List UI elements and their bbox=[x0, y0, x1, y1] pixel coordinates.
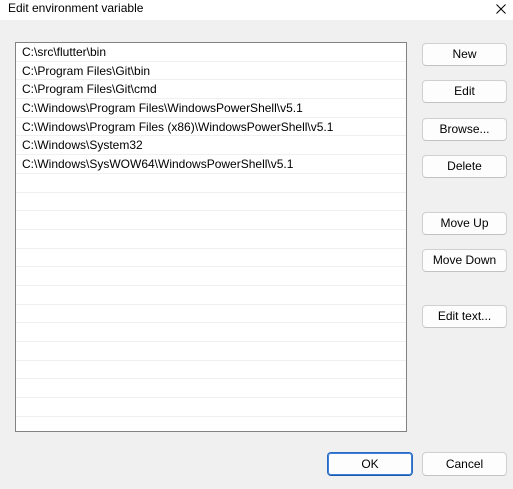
empty-list-row[interactable] bbox=[16, 305, 406, 324]
move-up-button[interactable]: Move Up bbox=[422, 212, 507, 235]
edit-text-button[interactable]: Edit text... bbox=[422, 305, 507, 328]
list-item[interactable]: C:\Program Files\Git\cmd bbox=[16, 80, 406, 100]
list-item[interactable]: C:\Windows\SysWOW64\WindowsPowerShell\v5… bbox=[16, 155, 406, 174]
list-item[interactable]: C:\Windows\System32 bbox=[16, 136, 406, 156]
ok-button[interactable]: OK bbox=[327, 452, 413, 476]
empty-list-row[interactable] bbox=[16, 417, 406, 431]
empty-list-row[interactable] bbox=[16, 249, 406, 268]
browse-button[interactable]: Browse... bbox=[422, 118, 507, 141]
empty-list-row[interactable] bbox=[16, 267, 406, 286]
empty-list-row[interactable] bbox=[16, 379, 406, 399]
list-item[interactable]: C:\Windows\Program Files (x86)\WindowsPo… bbox=[16, 118, 406, 137]
list-item[interactable]: C:\src\flutter\bin bbox=[16, 43, 406, 62]
path-list[interactable]: C:\src\flutter\bin C:\Program Files\Git\… bbox=[15, 42, 407, 432]
close-button[interactable] bbox=[489, 0, 513, 18]
list-item[interactable]: C:\Program Files\Git\bin bbox=[16, 62, 406, 81]
move-down-button[interactable]: Move Down bbox=[422, 249, 507, 272]
empty-list-row[interactable] bbox=[16, 342, 406, 361]
path-text: C:\Windows\Program Files\WindowsPowerShe… bbox=[22, 101, 303, 116]
empty-list-row[interactable] bbox=[16, 323, 406, 342]
title-bar: Edit environment variable bbox=[0, 0, 513, 20]
empty-list-row[interactable] bbox=[16, 211, 406, 230]
empty-list-row[interactable] bbox=[16, 174, 406, 193]
empty-list-row[interactable] bbox=[16, 361, 406, 380]
window-title: Edit environment variable bbox=[8, 1, 144, 15]
delete-button[interactable]: Delete bbox=[422, 155, 507, 178]
edit-environment-variable-dialog: Edit environment variable C:\src\flutter… bbox=[0, 0, 513, 489]
edit-button[interactable]: Edit bbox=[422, 80, 507, 103]
cancel-button[interactable]: Cancel bbox=[422, 452, 507, 476]
path-text: C:\src\flutter\bin bbox=[22, 45, 107, 59]
path-text: C:\Windows\System32 bbox=[22, 138, 143, 153]
new-button[interactable]: New bbox=[422, 43, 507, 66]
path-text: C:\Program Files\Git\bin bbox=[22, 63, 151, 78]
empty-list-row[interactable] bbox=[16, 398, 406, 417]
empty-list-row[interactable] bbox=[16, 286, 406, 305]
close-icon bbox=[496, 4, 506, 14]
path-text: C:\Windows\Program Files (x86)\WindowsPo… bbox=[22, 119, 334, 134]
list-item[interactable]: C:\Windows\Program Files\WindowsPowerShe… bbox=[16, 99, 406, 118]
path-text: C:\Windows\SysWOW64\WindowsPowerShell\v5… bbox=[22, 157, 294, 172]
path-text: C:\Program Files\Git\cmd bbox=[22, 82, 157, 97]
empty-list-row[interactable] bbox=[16, 193, 406, 212]
empty-list-row[interactable] bbox=[16, 230, 406, 249]
